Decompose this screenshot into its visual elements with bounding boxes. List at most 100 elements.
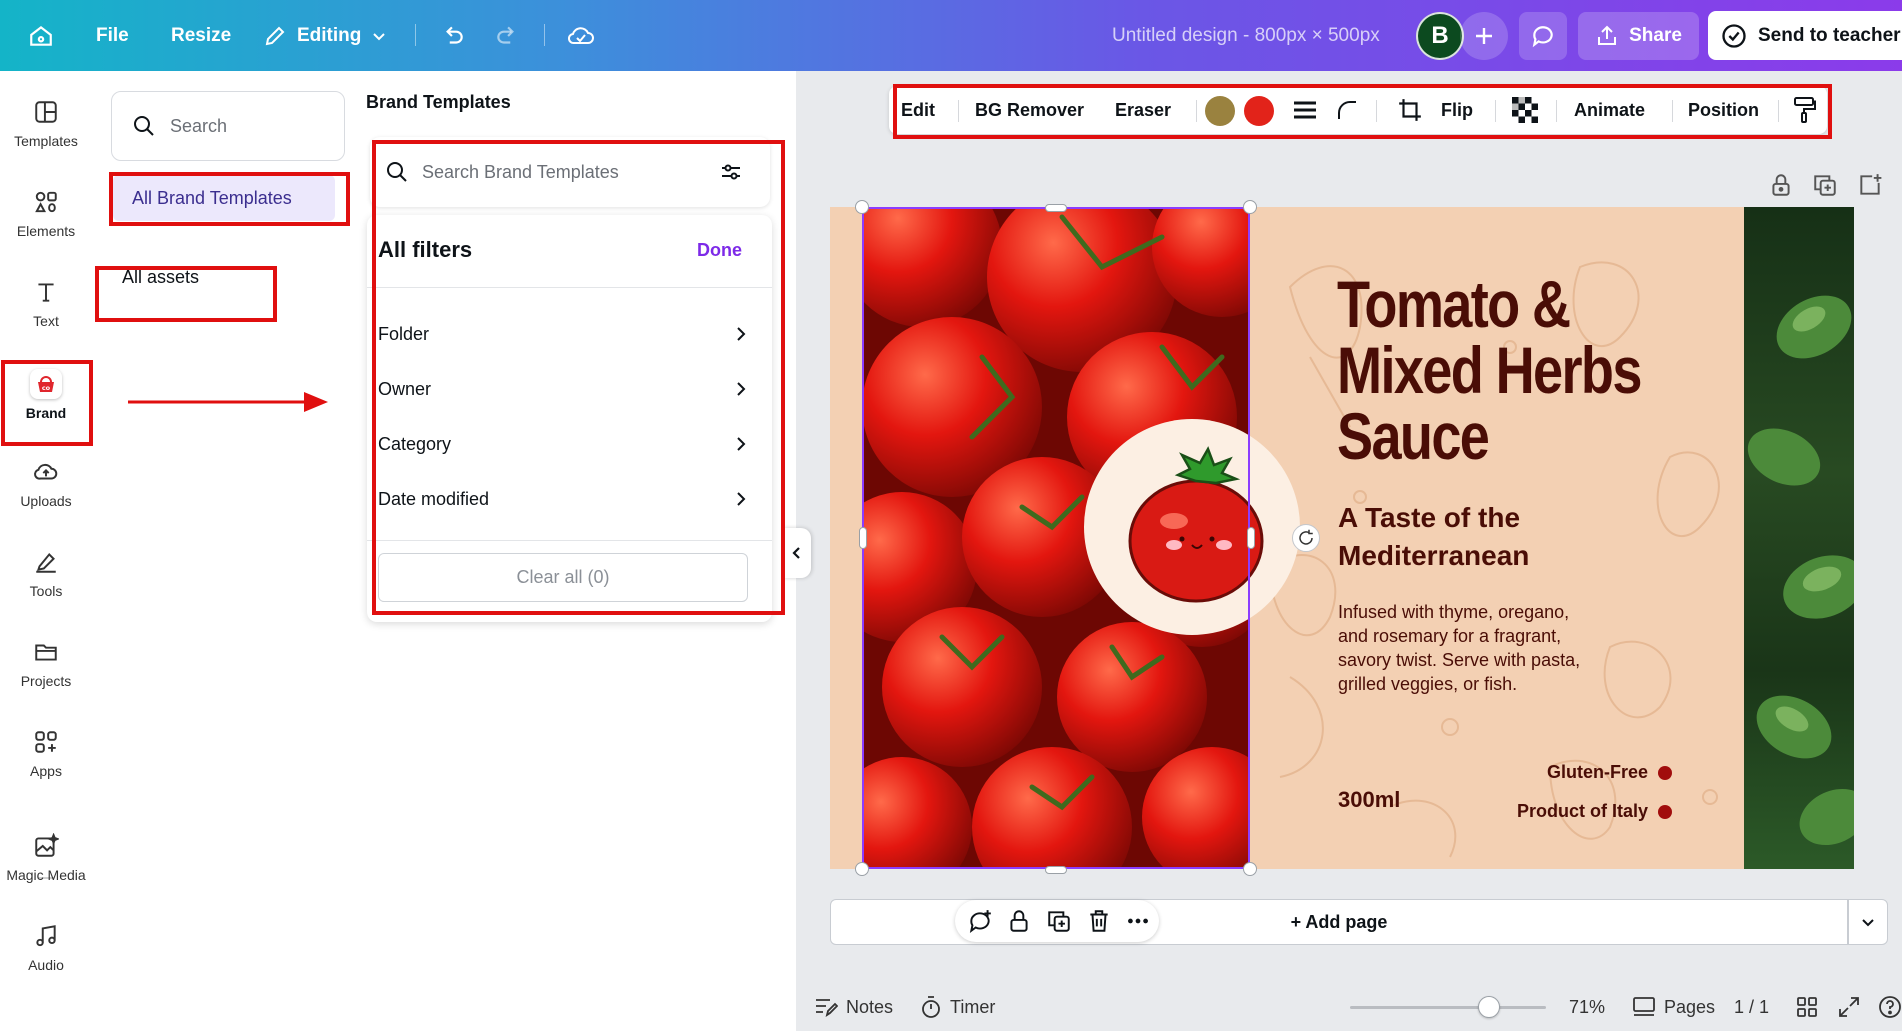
resize-handle-top-right[interactable]	[1243, 200, 1257, 214]
resize-handle-bottom-right[interactable]	[1243, 862, 1257, 876]
corner-radius-icon	[1338, 101, 1356, 119]
brand-templates-search-input[interactable]: Search Brand Templates	[370, 137, 770, 207]
chevron-right-icon	[737, 492, 746, 506]
notes-icon	[816, 999, 838, 1018]
herbs-photo[interactable]	[1744, 207, 1854, 869]
avatar[interactable]: B	[1416, 12, 1464, 60]
nav-item-apps[interactable]: Apps	[0, 701, 92, 781]
zoom-slider-thumb[interactable]	[1478, 996, 1501, 1018]
share-button[interactable]: Share	[1578, 12, 1699, 60]
add-page-dropdown[interactable]	[1848, 899, 1888, 945]
chevron-right-icon	[737, 437, 746, 451]
bullet-dot	[1658, 804, 1672, 819]
nav-label: Uploads	[20, 493, 72, 509]
color-swatch-olive[interactable]	[1205, 96, 1235, 126]
fullscreen-button[interactable]	[1838, 983, 1860, 1031]
add-page-icon[interactable]	[1857, 172, 1883, 198]
subtitle-line: Mediterranean	[1338, 540, 1530, 571]
nav-item-uploads[interactable]: Uploads	[0, 431, 92, 511]
animate-button[interactable]: Animate	[1574, 86, 1645, 134]
add-comment-icon[interactable]	[967, 908, 993, 934]
nav-item-text[interactable]: Text	[0, 251, 92, 331]
all-assets-item[interactable]: All assets	[122, 267, 199, 288]
page-count: 1 / 1	[1734, 996, 1770, 1017]
design-title-text[interactable]: Tomato & Mixed Herbs Sauce	[1337, 271, 1649, 469]
home-button[interactable]	[28, 0, 54, 71]
lock-page-icon[interactable]	[1768, 172, 1794, 198]
undo-button[interactable]	[440, 0, 466, 71]
resize-handle-top-left[interactable]	[855, 200, 869, 214]
nav-item-audio[interactable]: Audio	[0, 895, 92, 975]
zoom-percentage[interactable]: 71%	[1569, 983, 1605, 1031]
paint-roller-icon	[1794, 97, 1816, 123]
trash-icon[interactable]	[1086, 908, 1112, 934]
gluten-free-badge[interactable]: Gluten-Free	[1547, 762, 1672, 783]
collapse-panel-button[interactable]	[783, 528, 811, 578]
resize-handle-bottom-left[interactable]	[855, 862, 869, 876]
border-style-button[interactable]	[1293, 86, 1317, 134]
resize-handle-bottom[interactable]	[1045, 866, 1067, 874]
grid-view-button[interactable]	[1796, 983, 1818, 1031]
filters-done-button[interactable]: Done	[697, 240, 742, 261]
product-of-italy-badge[interactable]: Product of Italy	[1517, 801, 1672, 822]
volume-text[interactable]: 300ml	[1338, 787, 1400, 813]
comment-icon	[1532, 26, 1553, 48]
pages-button[interactable]: Pages	[1632, 983, 1715, 1031]
send-to-teacher-button[interactable]: Send to teacher	[1708, 11, 1902, 60]
position-button[interactable]: Position	[1688, 86, 1759, 134]
annotation-arrow	[128, 392, 328, 412]
filter-row-folder[interactable]: Folder	[378, 314, 748, 354]
help-button[interactable]	[1878, 983, 1902, 1031]
nav-item-elements[interactable]: Elements	[0, 161, 92, 241]
timer-label: Timer	[950, 996, 996, 1017]
color-swatch-red[interactable]	[1244, 96, 1274, 126]
file-menu[interactable]: File	[96, 0, 129, 71]
copy-style-button[interactable]	[1793, 86, 1817, 134]
apps-icon	[35, 731, 57, 753]
filter-row-category[interactable]: Category	[378, 424, 748, 464]
resize-handle-right[interactable]	[1247, 527, 1255, 549]
clear-all-filters-button[interactable]: Clear all (0)	[378, 553, 748, 602]
nav-item-tools[interactable]: Tools	[0, 521, 92, 601]
editing-mode-button[interactable]: Editing	[263, 0, 387, 71]
redo-button[interactable]	[494, 0, 520, 71]
design-subtitle-text[interactable]: A Taste of the Mediterranean	[1338, 499, 1638, 575]
text-icon	[38, 283, 54, 302]
nav-item-magic-media[interactable]: Magic Media	[0, 805, 92, 885]
notes-button[interactable]: Notes	[814, 983, 893, 1031]
design-title[interactable]: Untitled design - 800px × 500px	[1112, 0, 1380, 71]
resize-handle-top[interactable]	[1045, 204, 1067, 212]
timer-button[interactable]: Timer	[920, 983, 995, 1031]
nav-label: Magic Media	[6, 867, 86, 883]
nav-item-projects[interactable]: Projects	[0, 611, 92, 691]
duplicate-page-icon[interactable]	[1812, 172, 1838, 198]
resize-button[interactable]: Resize	[171, 0, 231, 71]
edit-image-button[interactable]: Edit	[901, 86, 935, 134]
crop-button[interactable]	[1397, 86, 1423, 134]
brand-search-input[interactable]: Search	[111, 91, 345, 161]
nav-item-templates[interactable]: Templates	[0, 71, 92, 151]
resize-handle-left[interactable]	[859, 527, 867, 549]
cloud-save-status[interactable]	[566, 0, 596, 71]
design-body-text[interactable]: Infused with thyme, oregano, and rosemar…	[1338, 600, 1638, 696]
filter-row-owner[interactable]: Owner	[378, 369, 748, 409]
more-options-icon[interactable]	[1125, 908, 1151, 934]
bg-remover-button[interactable]: BG Remover	[975, 86, 1084, 134]
filter-sliders-icon[interactable]	[720, 162, 742, 182]
nav-item-brand[interactable]: co Brand	[0, 341, 92, 421]
comments-button[interactable]	[1519, 12, 1567, 60]
corner-rounding-button[interactable]	[1336, 86, 1358, 134]
eraser-button[interactable]: Eraser	[1115, 86, 1171, 134]
plus-icon	[1476, 28, 1492, 44]
all-brand-templates-item[interactable]: All Brand Templates	[113, 175, 335, 221]
filter-row-date-modified[interactable]: Date modified	[378, 479, 748, 519]
flip-button[interactable]: Flip	[1441, 86, 1473, 134]
duplicate-icon[interactable]	[1046, 908, 1072, 934]
body-line: savory twist. Serve with pasta,	[1338, 650, 1581, 670]
zoom-slider[interactable]	[1350, 1006, 1546, 1009]
add-collaborator-button[interactable]	[1460, 12, 1508, 60]
rotate-handle[interactable]	[1292, 524, 1320, 552]
brand-logo-text: co	[42, 384, 51, 392]
transparency-button[interactable]	[1512, 86, 1538, 134]
lock-icon[interactable]	[1006, 908, 1032, 934]
